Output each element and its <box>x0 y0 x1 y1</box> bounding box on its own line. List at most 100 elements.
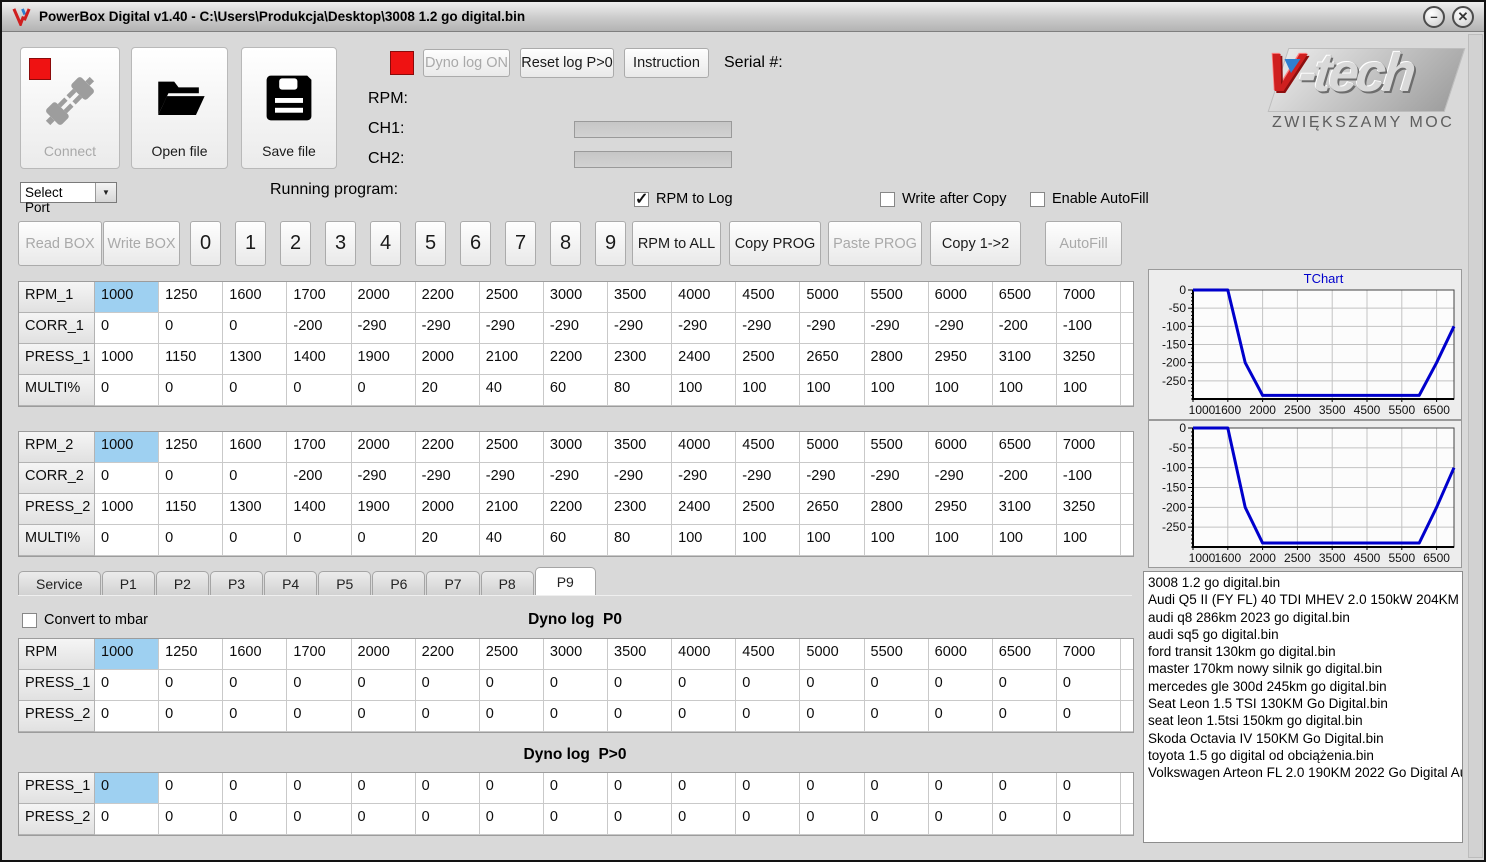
grid-cell[interactable]: 1400 <box>287 344 352 375</box>
grid-cell[interactable]: 0 <box>351 525 416 556</box>
grid-cell[interactable]: 100 <box>736 525 801 556</box>
grid-cell[interactable]: 0 <box>608 804 673 835</box>
grid-cell[interactable]: 2200 <box>415 432 480 463</box>
grid-cell[interactable]: -290 <box>479 463 544 494</box>
grid-cell[interactable]: 0 <box>543 670 608 701</box>
grid-cell[interactable]: 0 <box>415 773 480 804</box>
grid-cell[interactable]: 2300 <box>608 344 673 375</box>
grid-cell[interactable]: -290 <box>479 313 544 344</box>
grid-cell[interactable]: 0 <box>351 701 416 732</box>
grid-cell[interactable]: 4500 <box>736 639 801 670</box>
copy-prog-button[interactable]: Copy PROG <box>729 221 821 266</box>
copy-1-to-2-button[interactable]: Copy 1->2 <box>930 221 1021 266</box>
save-file-button[interactable]: Save file <box>241 47 337 169</box>
tab-p6[interactable]: P6 <box>372 571 426 595</box>
num-button-3[interactable]: 3 <box>325 221 356 266</box>
grid-cell[interactable]: 0 <box>159 463 224 494</box>
grid-cell[interactable]: 0 <box>1056 670 1121 701</box>
grid-cell[interactable]: -290 <box>351 313 416 344</box>
grid-cell[interactable]: -290 <box>351 463 416 494</box>
grid-cell[interactable]: 0 <box>223 375 288 406</box>
num-button-9[interactable]: 9 <box>595 221 626 266</box>
grid-cell[interactable]: 0 <box>159 773 224 804</box>
grid-cell[interactable]: 100 <box>672 525 737 556</box>
grid-cell[interactable]: 2000 <box>351 282 416 313</box>
grid-cell[interactable]: 0 <box>1056 804 1121 835</box>
tab-service[interactable]: Service <box>18 571 101 595</box>
tab-p1[interactable]: P1 <box>101 571 155 595</box>
grid-cell[interactable]: 0 <box>351 804 416 835</box>
grid-cell[interactable]: 0 <box>351 670 416 701</box>
grid-cell[interactable]: 1600 <box>223 282 288 313</box>
grid-cell[interactable]: -100 <box>1056 463 1121 494</box>
num-button-8[interactable]: 8 <box>550 221 581 266</box>
grid-cell[interactable]: 0 <box>223 525 288 556</box>
num-button-7[interactable]: 7 <box>505 221 536 266</box>
grid-cell[interactable]: 2800 <box>864 344 929 375</box>
grid-cell[interactable]: 0 <box>800 670 865 701</box>
grid-cell[interactable]: 0 <box>1056 773 1121 804</box>
grid-cell[interactable]: -290 <box>672 313 737 344</box>
file-list-item[interactable]: Skoda Octavia IV 150KM Go Digital.bin <box>1148 730 1458 747</box>
grid-cell[interactable]: 0 <box>415 804 480 835</box>
grid-cell[interactable]: 60 <box>543 525 608 556</box>
file-list[interactable]: 3008 1.2 go digital.bin Audi Q5 II (FY FL… <box>1143 571 1463 843</box>
reset-log-button[interactable]: Reset log P>0 <box>520 48 614 78</box>
grid-cell[interactable]: 100 <box>864 375 929 406</box>
grid-cell[interactable]: -290 <box>608 463 673 494</box>
grid-cell[interactable]: 6000 <box>928 282 993 313</box>
grid-cell[interactable]: 0 <box>928 773 993 804</box>
grid-cell[interactable]: 2650 <box>800 344 865 375</box>
tab-p7[interactable]: P7 <box>426 571 480 595</box>
grid-cell[interactable]: 100 <box>928 525 993 556</box>
grid-cell[interactable]: 2200 <box>543 494 608 525</box>
grid-cell[interactable]: 0 <box>223 670 288 701</box>
instruction-button[interactable]: Instruction <box>624 48 709 78</box>
grid-cell[interactable]: -290 <box>928 313 993 344</box>
grid-cell[interactable]: 0 <box>736 773 801 804</box>
grid-cell[interactable]: 2800 <box>864 494 929 525</box>
grid-cell[interactable]: 0 <box>672 804 737 835</box>
grid-cell[interactable]: 0 <box>223 804 288 835</box>
grid-cell[interactable]: 0 <box>95 463 160 494</box>
checkbox-box[interactable] <box>880 191 895 207</box>
grid-cell[interactable]: 0 <box>479 804 544 835</box>
grid-cell[interactable]: 2500 <box>479 432 544 463</box>
file-list-item[interactable]: Volkswagen Arteon FL 2.0 190KM 2022 Go D… <box>1148 764 1462 781</box>
grid-cell[interactable]: 20 <box>415 375 480 406</box>
grid-cell[interactable]: 2200 <box>415 282 480 313</box>
grid-cell[interactable]: 1000 <box>95 494 160 525</box>
grid-cell[interactable]: 0 <box>159 670 224 701</box>
tab-p8[interactable]: P8 <box>480 571 534 595</box>
grid-cell[interactable]: 0 <box>287 525 352 556</box>
grid-cell[interactable]: 4500 <box>736 282 801 313</box>
grid-cell[interactable]: 0 <box>351 773 416 804</box>
chevron-down-icon[interactable]: ▼ <box>95 183 116 202</box>
grid-cell[interactable]: 2000 <box>415 494 480 525</box>
minimize-button[interactable]: – <box>1423 5 1445 28</box>
grid-cell[interactable]: 80 <box>608 375 673 406</box>
grid-cell[interactable]: 0 <box>864 773 929 804</box>
file-list-item[interactable]: mercedes gle 300d 245km go digital.bin <box>1148 678 1458 695</box>
grid-cell[interactable]: -290 <box>864 463 929 494</box>
grid-cell[interactable]: 0 <box>479 701 544 732</box>
grid-cell[interactable]: -290 <box>608 313 673 344</box>
grid-cell[interactable]: 100 <box>992 375 1057 406</box>
rpm-to-all-button[interactable]: RPM to ALL <box>632 221 721 266</box>
grid-cell[interactable]: -200 <box>992 463 1057 494</box>
grid-cell[interactable]: 0 <box>672 670 737 701</box>
grid-cell[interactable]: 100 <box>800 525 865 556</box>
grid-cell[interactable]: 7000 <box>1056 639 1121 670</box>
grid-cell[interactable]: 2100 <box>479 494 544 525</box>
num-button-4[interactable]: 4 <box>370 221 401 266</box>
grid-cell[interactable]: 0 <box>992 670 1057 701</box>
grid-cell[interactable]: 40 <box>479 525 544 556</box>
grid-cell[interactable]: -200 <box>287 313 352 344</box>
grid-cell[interactable]: 7000 <box>1056 282 1121 313</box>
grid-cell[interactable]: -200 <box>992 313 1057 344</box>
grid-cell[interactable]: 0 <box>608 701 673 732</box>
grid-cell[interactable]: 1150 <box>159 494 224 525</box>
grid-cell[interactable]: 100 <box>800 375 865 406</box>
grid-cell[interactable]: 0 <box>159 701 224 732</box>
grid-cell[interactable]: 3100 <box>992 494 1057 525</box>
